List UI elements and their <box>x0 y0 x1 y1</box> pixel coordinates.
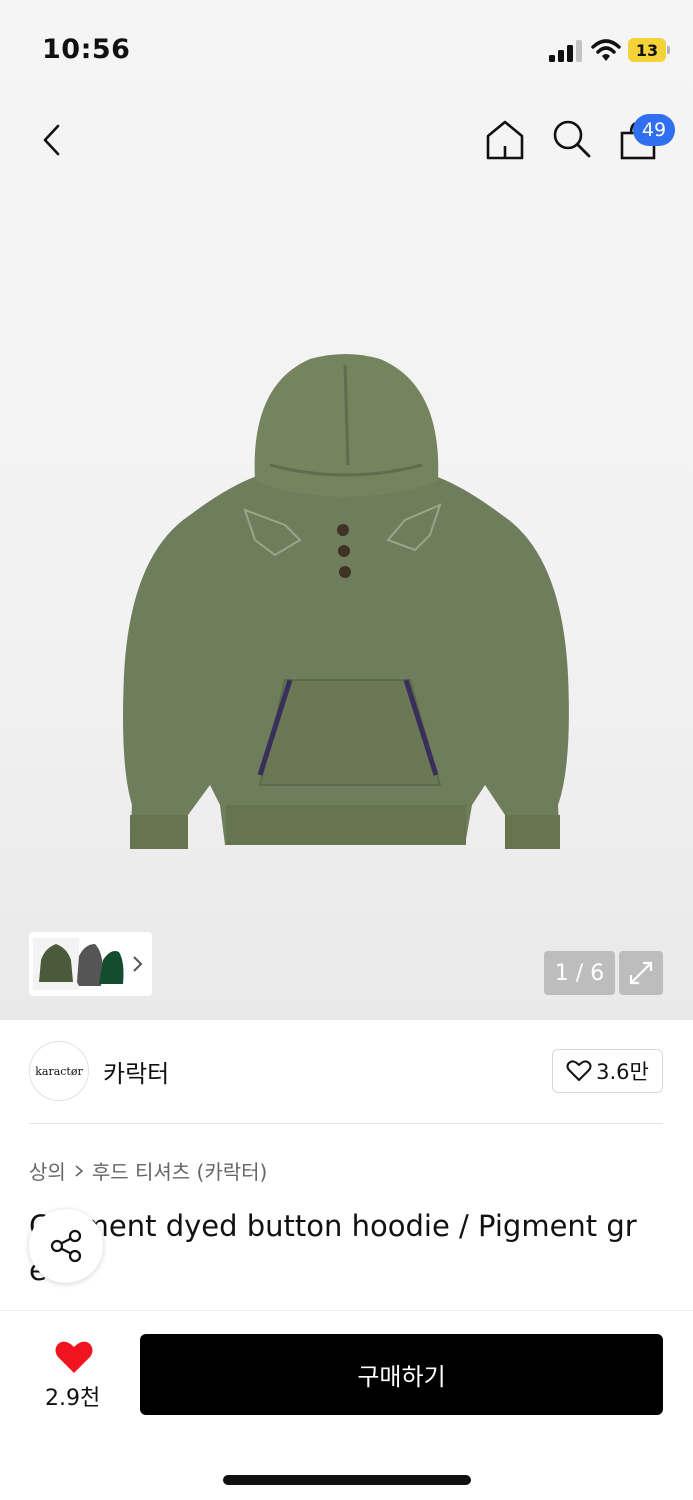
expand-icon <box>629 961 653 985</box>
product-like-count: 2.9천 <box>45 1386 101 1411</box>
home-icon[interactable] <box>482 116 528 162</box>
battery-indicator: 13 <box>628 38 670 62</box>
breadcrumb: 상의 후드 티셔츠 (카락터) <box>29 1156 267 1185</box>
image-page-counter: 1 / 6 <box>544 951 615 995</box>
brand-name[interactable]: 카락터 <box>103 1054 169 1089</box>
expand-button[interactable] <box>619 951 663 995</box>
chevron-right-icon <box>75 1164 84 1177</box>
brand-like-button[interactable]: 3.6만 <box>552 1049 663 1093</box>
heart-filled-icon[interactable] <box>54 1339 94 1375</box>
share-button[interactable] <box>29 1209 103 1283</box>
cart-count-badge: 49 <box>633 114 675 146</box>
back-icon[interactable] <box>30 118 74 162</box>
share-icon <box>50 1229 82 1263</box>
home-indicator[interactable] <box>223 1475 471 1485</box>
search-icon[interactable] <box>549 116 593 160</box>
status-time: 10:56 <box>42 34 131 65</box>
product-photo[interactable] <box>110 345 590 865</box>
breadcrumb-subcategory[interactable]: 후드 티셔츠 (카락터) <box>92 1156 268 1185</box>
chevron-right-icon[interactable] <box>130 954 146 974</box>
brand-logo[interactable]: karactør <box>29 1041 89 1101</box>
battery-level: 13 <box>628 38 666 62</box>
cellular-signal-icon <box>549 40 582 62</box>
wifi-icon <box>591 39 621 61</box>
brand-like-count: 3.6만 <box>596 1060 649 1084</box>
buy-button[interactable]: 구매하기 <box>140 1334 663 1415</box>
heart-outline-icon <box>566 1060 592 1081</box>
divider <box>29 1123 663 1124</box>
product-title: Garment dyed button hoodie / Pigment gr … <box>29 1209 637 1287</box>
breadcrumb-category[interactable]: 상의 <box>29 1156 66 1185</box>
